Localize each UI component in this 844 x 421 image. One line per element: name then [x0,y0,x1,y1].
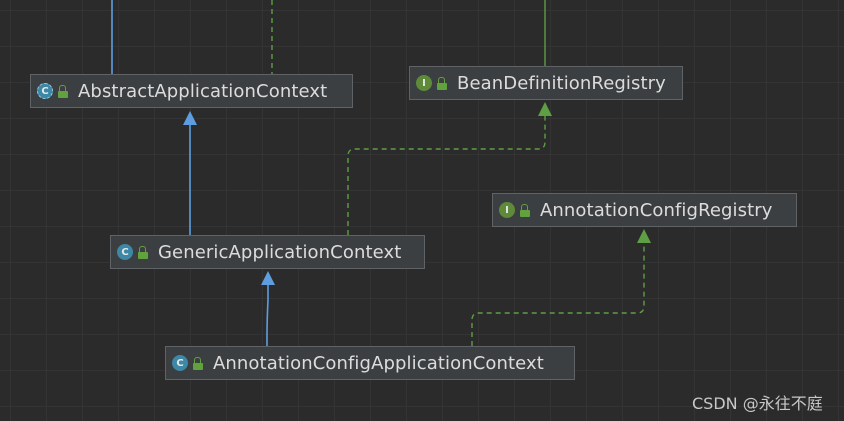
abstract-class-icon: C [37,83,53,99]
class-icon: C [172,355,188,371]
class-name: AnnotationConfigRegistry [540,199,773,221]
edge-annotation-context-implements-registry [471,243,645,346]
node-annotation-config-registry[interactable]: I AnnotationConfigRegistry [492,193,797,227]
implements-arrowhead [637,229,651,243]
node-annotation-config-application-context[interactable]: C AnnotationConfigApplicationContext [165,346,575,380]
edge-annotation-context-extends-generic [266,284,269,346]
public-visibility-icon [137,245,148,259]
public-visibility-icon [57,84,68,98]
watermark: CSDN @永往不庭 [692,394,823,413]
node-generic-application-context[interactable]: C GenericApplicationContext [110,235,425,269]
node-abstract-application-context[interactable]: C AbstractApplicationContext [30,74,353,108]
public-visibility-icon [192,356,203,370]
class-name: BeanDefinitionRegistry [457,72,666,94]
public-visibility-icon [436,76,447,90]
implements-arrowhead [538,102,552,116]
class-name: AbstractApplicationContext [78,80,328,102]
extends-arrowhead [261,271,275,285]
class-icon: C [117,244,133,260]
public-visibility-icon [519,203,530,217]
class-name: GenericApplicationContext [158,241,402,263]
interface-icon: I [416,75,432,91]
extends-arrowhead [183,111,197,125]
class-name: AnnotationConfigApplicationContext [213,352,544,374]
node-bean-definition-registry[interactable]: I BeanDefinitionRegistry [409,66,683,100]
interface-icon: I [499,202,515,218]
